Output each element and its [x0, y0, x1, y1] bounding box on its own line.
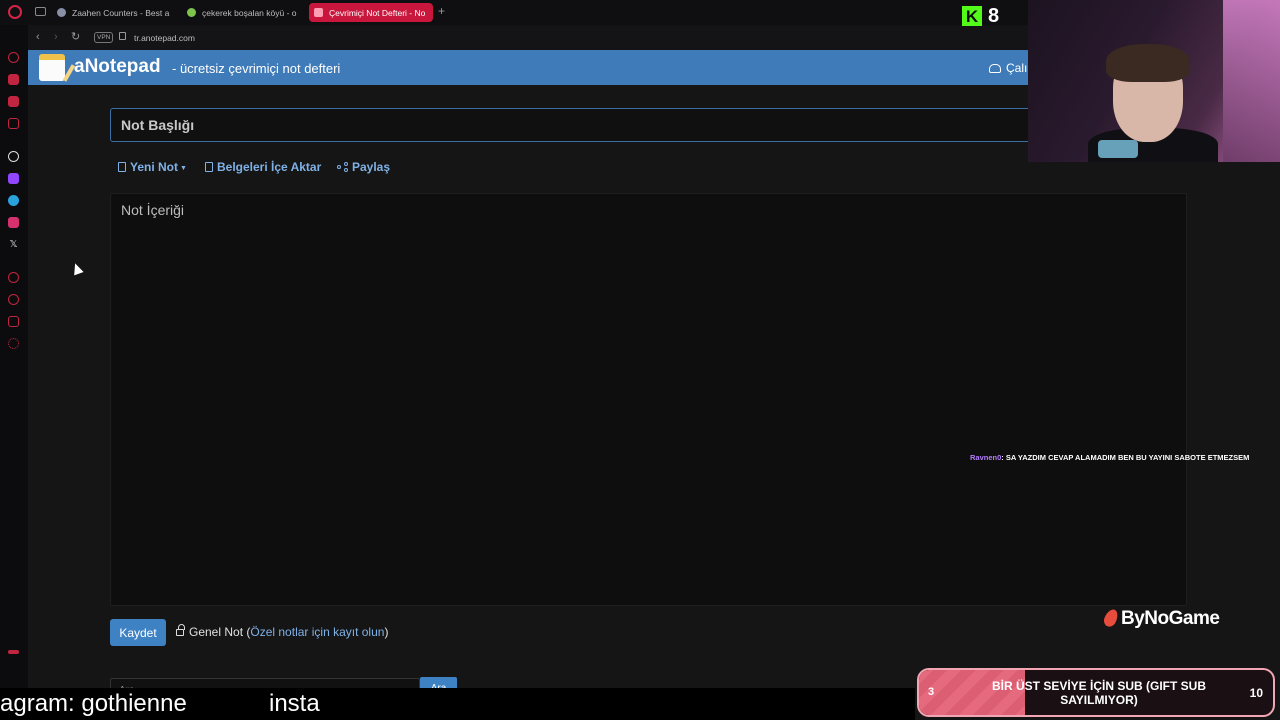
- kick-viewer-counter: K8: [962, 5, 999, 27]
- site-tagline: - ücretsiz çevrimiçi not defteri: [172, 61, 341, 76]
- users-icon: [989, 64, 1001, 73]
- tab-label: çekerek boşalan köyü - o: [202, 8, 297, 18]
- chat-username: Ravnen0: [970, 453, 1002, 462]
- browser-sidebar: 𝕏: [0, 25, 28, 720]
- forward-icon[interactable]: ›: [54, 31, 58, 43]
- browser-tab-cekerek[interactable]: çekerek boşalan köyü - o: [182, 3, 304, 22]
- public-note-toggle[interactable]: Genel Not (Özel notlar için kayıt olun): [176, 624, 389, 639]
- import-docs-button[interactable]: Belgeleri İçe Aktar: [205, 160, 321, 174]
- new-note-button[interactable]: Yeni Not ▼: [118, 160, 187, 174]
- share-button[interactable]: Paylaş: [337, 160, 390, 174]
- microphone-icon: [1098, 140, 1138, 158]
- sponsor-name: ByNoGame: [1121, 608, 1220, 629]
- public-note-label: Genel Not: [189, 625, 244, 639]
- browser-tab-anotepad[interactable]: Çevrimiçi Not Defteri - No: [309, 3, 433, 22]
- opera-logo-icon[interactable]: [8, 5, 22, 19]
- news-icon[interactable]: [8, 118, 19, 129]
- tab-favicon-icon: [314, 8, 323, 17]
- chat-text: : SA YAZDIM CEVAP ALAMADIM BEN BU YAYINI…: [1001, 453, 1250, 462]
- history-icon[interactable]: [8, 294, 19, 305]
- paren-close: ): [384, 625, 389, 639]
- chevron-down-icon: ▼: [180, 165, 187, 172]
- tab-overview-icon[interactable]: [35, 7, 46, 16]
- note-content-textarea[interactable]: [110, 193, 1187, 606]
- chat-message: Ravnen0: SA YAZDIM CEVAP ALAMADIM BEN BU…: [970, 453, 1249, 462]
- sub-goal-bar: 3 BİR ÜST SEVİYE İÇİN SUB (GIFT SUB SAYI…: [917, 668, 1275, 717]
- social-ticker: agram: gothienne insta: [0, 688, 915, 720]
- unlock-icon: [176, 624, 185, 636]
- url-field[interactable]: tr.anotepad.com: [134, 33, 195, 43]
- instagram-icon[interactable]: [8, 217, 19, 228]
- ticker-text: agram: gothienne: [0, 690, 187, 717]
- register-private-notes-link[interactable]: Özel notlar için kayıt olun: [250, 625, 384, 639]
- webcam-overlay: [1028, 0, 1280, 162]
- telegram-icon[interactable]: [8, 195, 19, 206]
- workspace-link[interactable]: Çalış: [989, 61, 1033, 75]
- webcam-background: [1223, 0, 1280, 162]
- more-icon[interactable]: [8, 650, 19, 654]
- browser-tab-zaahen[interactable]: Zaahen Counters - Best a: [52, 3, 174, 22]
- reload-icon[interactable]: ↻: [71, 30, 80, 43]
- webcam-hair: [1106, 44, 1190, 82]
- back-icon[interactable]: ‹: [36, 31, 40, 43]
- record-icon[interactable]: [8, 272, 19, 283]
- vpn-badge[interactable]: VPN: [94, 32, 114, 43]
- bag-icon[interactable]: [8, 74, 19, 85]
- sponsor-logo: ByNoGame: [1101, 607, 1220, 630]
- kick-logo-icon: K: [962, 6, 982, 26]
- address-bar: ‹ › ↻ VPN tr.anotepad.com: [28, 26, 1028, 50]
- share-label: Paylaş: [352, 160, 391, 174]
- new-tab-button[interactable]: +: [438, 4, 445, 18]
- chatgpt-icon[interactable]: [8, 151, 19, 162]
- settings-icon[interactable]: [8, 338, 19, 349]
- sub-goal-current: 3: [928, 686, 935, 698]
- site-name[interactable]: aNotepad: [74, 56, 161, 78]
- import-docs-label: Belgeleri İçe Aktar: [217, 160, 322, 174]
- tab-label: Çevrimiçi Not Defteri - No: [329, 8, 426, 18]
- tab-favicon-icon: [57, 8, 66, 17]
- import-doc-icon: [205, 162, 213, 172]
- tab-label: Zaahen Counters - Best a: [72, 8, 170, 18]
- tab-favicon-icon: [187, 8, 196, 17]
- sub-goal-text: BİR ÜST SEVİYE İÇİN SUB (GIFT SUB SAYILM…: [991, 679, 1207, 707]
- lock-icon[interactable]: [119, 32, 126, 40]
- notepad-logo-icon[interactable]: [39, 54, 65, 81]
- x-icon[interactable]: 𝕏: [8, 239, 19, 250]
- ticker-text: insta: [269, 690, 320, 717]
- save-button[interactable]: Kaydet: [110, 619, 166, 646]
- twitch-icon[interactable]: [8, 173, 19, 184]
- home-icon[interactable]: [8, 52, 19, 63]
- share-icon: [337, 162, 349, 172]
- viewer-count: 8: [988, 5, 1000, 27]
- new-note-label: Yeni Not: [130, 160, 179, 174]
- pin-icon[interactable]: [8, 316, 19, 327]
- new-note-icon: [118, 162, 126, 172]
- bynogame-icon: [1101, 607, 1121, 629]
- shopping-icon[interactable]: [8, 96, 19, 107]
- sub-goal-target: 10: [1249, 686, 1263, 700]
